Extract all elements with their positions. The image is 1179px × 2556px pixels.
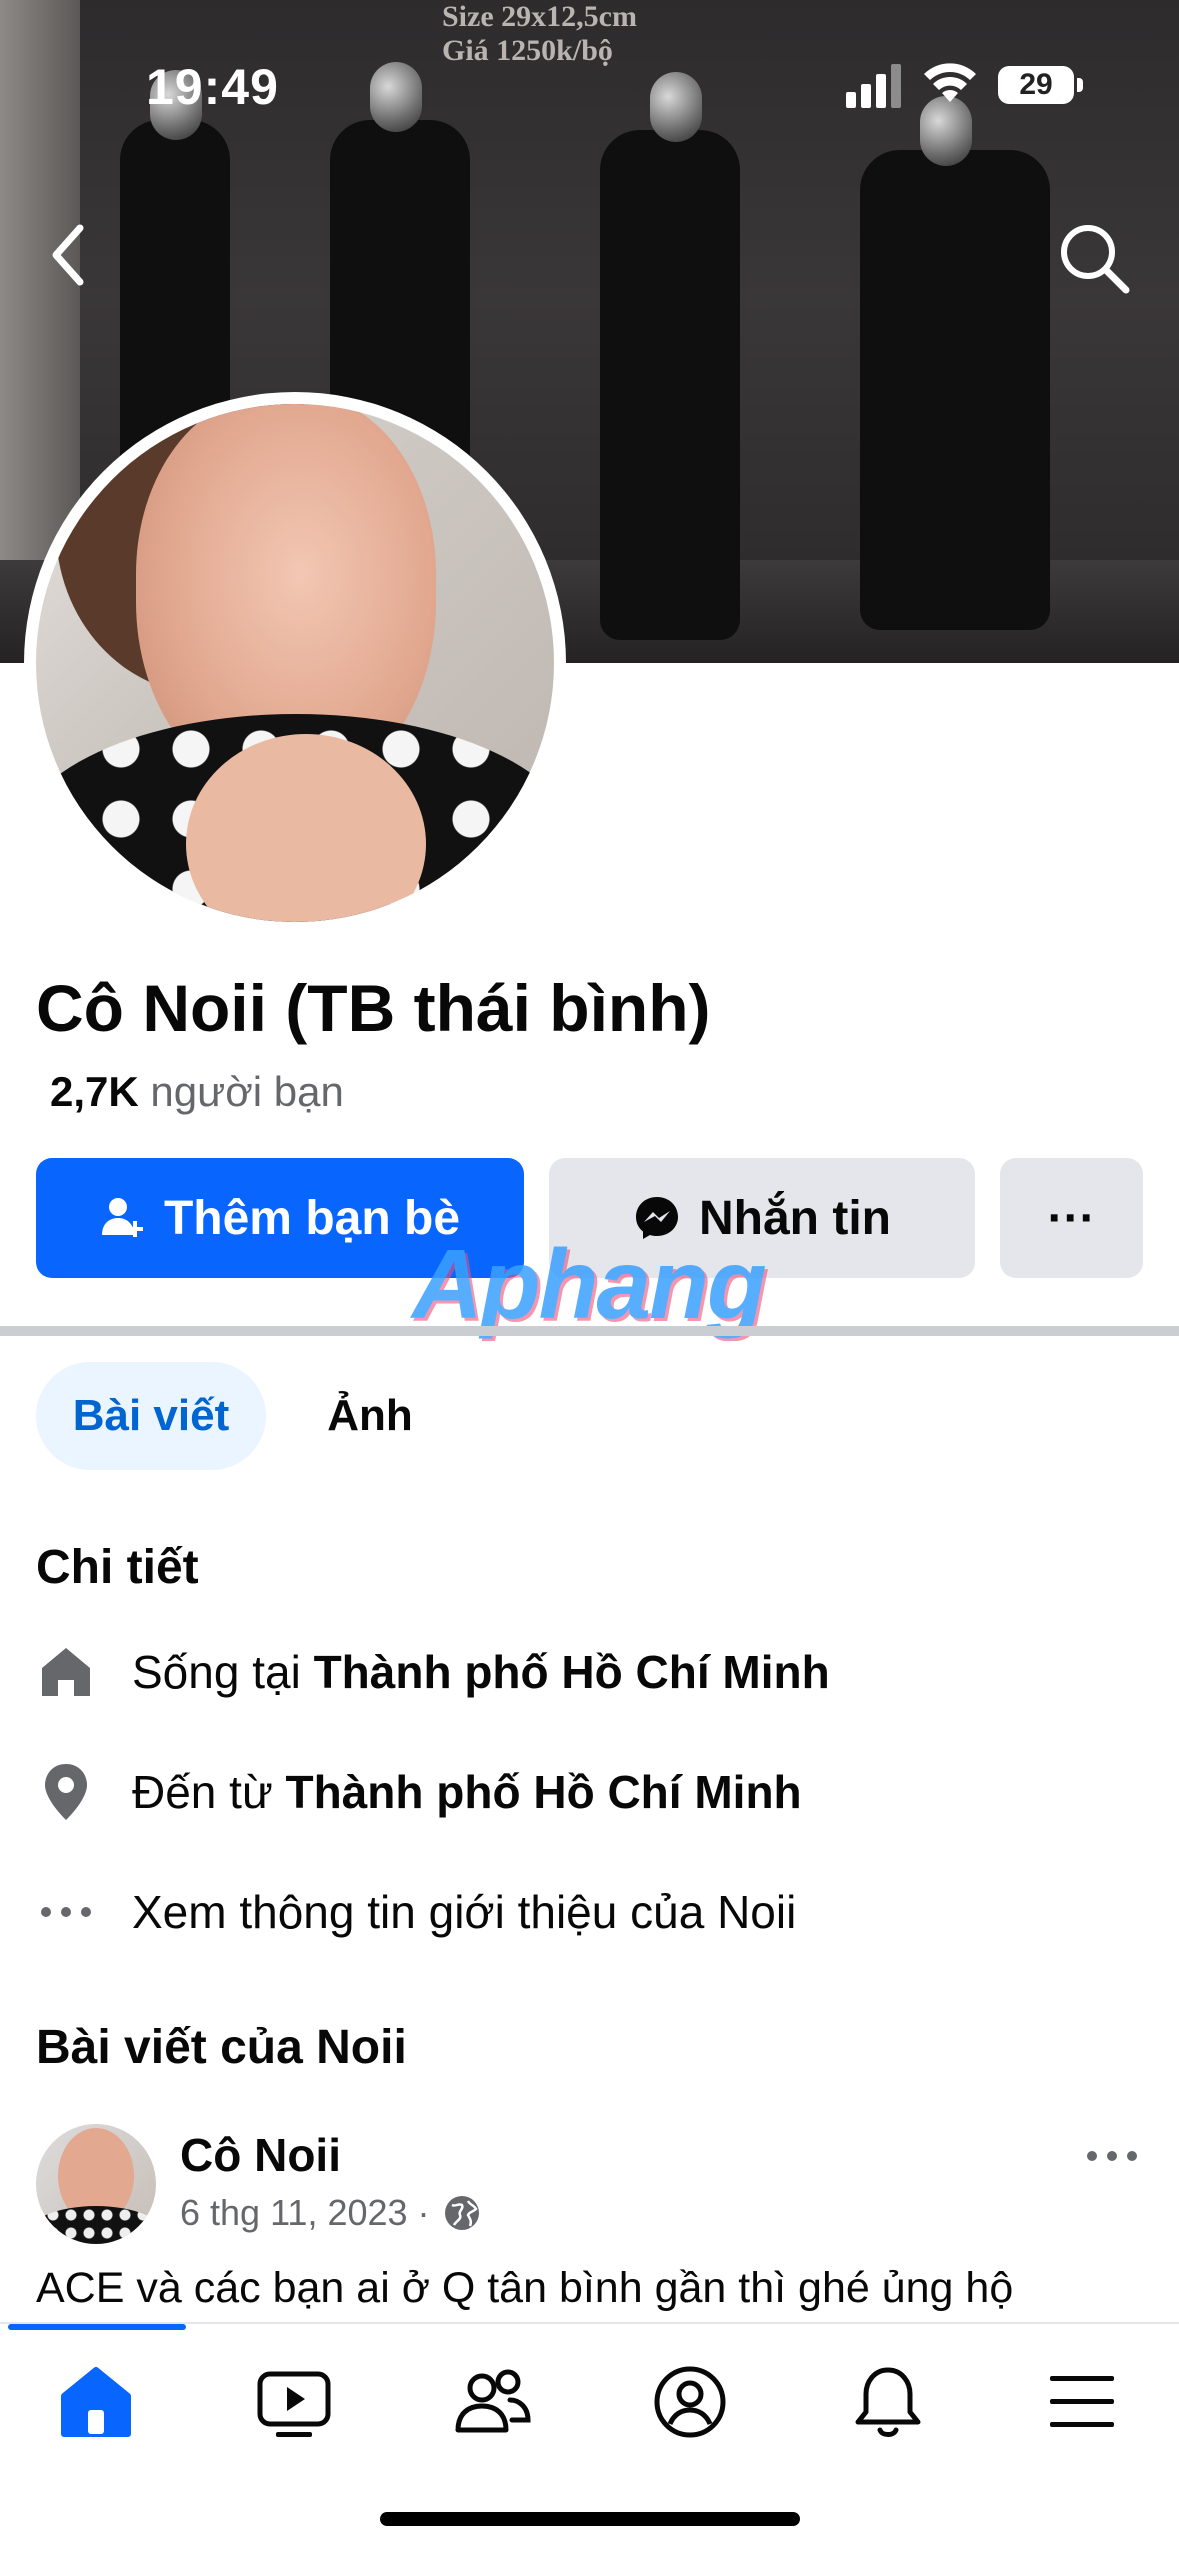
friends-tab-icon[interactable] xyxy=(452,2362,532,2442)
statue-figure xyxy=(600,130,740,640)
tab-posts[interactable]: Bài viết xyxy=(36,1362,266,1470)
statue-figure xyxy=(860,150,1050,630)
profile-name: Cô Noii (TB thái bình) xyxy=(36,971,711,1045)
post-author-avatar[interactable] xyxy=(36,2124,156,2244)
video-tab-icon[interactable] xyxy=(254,2362,334,2442)
friends-count-value: 2,7K xyxy=(50,1068,139,1115)
from-prefix: Đến từ xyxy=(132,1766,273,1818)
friends-count-label: người bạn xyxy=(150,1068,344,1115)
home-indicator[interactable] xyxy=(380,2512,800,2526)
avatar-photo xyxy=(36,404,554,922)
from-value: Thành phố Hồ Chí Minh xyxy=(285,1766,802,1818)
detail-lives-in[interactable]: Sống tại Thành phố Hồ Chí Minh xyxy=(36,1632,830,1712)
home-icon xyxy=(36,1642,96,1702)
globe-icon xyxy=(444,2196,479,2230)
profile-tab-icon[interactable] xyxy=(650,2362,730,2442)
detail-from[interactable]: Đến từ Thành phố Hồ Chí Minh xyxy=(36,1752,802,1832)
home-tab-icon[interactable] xyxy=(56,2362,136,2442)
chevron-left-icon[interactable] xyxy=(44,220,94,290)
search-icon[interactable] xyxy=(1056,220,1132,296)
more-actions-button[interactable]: ··· xyxy=(1000,1158,1143,1278)
post-author-name[interactable]: Cô Noii xyxy=(180,2128,341,2182)
post-more-icon[interactable] xyxy=(1082,2136,1142,2176)
post-text[interactable]: ACE và các bạn ai ở Q tân bình gần thì g… xyxy=(36,2264,1146,2313)
wifi-icon xyxy=(924,63,976,102)
status-time: 19:49 xyxy=(146,59,279,115)
lives-in-value: Thành phố Hồ Chí Minh xyxy=(313,1646,830,1698)
notifications-bell-icon[interactable] xyxy=(848,2362,928,2442)
posts-section-title: Bài viết của Noii xyxy=(36,2021,407,2074)
profile-avatar[interactable] xyxy=(24,392,566,934)
section-divider xyxy=(0,1326,1179,1336)
tab-photos[interactable]: Ảnh xyxy=(300,1362,440,1470)
lives-in-prefix: Sống tại xyxy=(132,1646,301,1698)
post-avatar-dress xyxy=(36,2206,156,2244)
more-actions-label: ··· xyxy=(1047,1191,1096,1245)
friends-count[interactable]: 2,7K người bạn xyxy=(50,1068,344,1116)
post-meta: 6 thg 11, 2023 · xyxy=(180,2192,482,2234)
more-dots-icon xyxy=(36,1882,96,1942)
post-date: 6 thg 11, 2023 · xyxy=(180,2192,430,2233)
see-about-label: Xem thông tin giới thiệu của Noii xyxy=(132,1886,797,1938)
active-tab-indicator xyxy=(8,2324,186,2330)
battery-icon: 29 xyxy=(998,66,1074,104)
cellular-signal-icon xyxy=(846,64,901,108)
watermark-logo: Aphang xyxy=(412,1229,767,1339)
see-about-link[interactable]: Xem thông tin giới thiệu của Noii xyxy=(36,1872,796,1952)
location-pin-icon xyxy=(36,1762,96,1822)
status-bar: 19:49 29 xyxy=(0,0,1179,130)
add-friend-icon xyxy=(101,1198,143,1237)
details-title: Chi tiết xyxy=(36,1541,199,1594)
battery-cap xyxy=(1077,78,1083,92)
menu-hamburger-icon[interactable] xyxy=(1042,2362,1122,2442)
